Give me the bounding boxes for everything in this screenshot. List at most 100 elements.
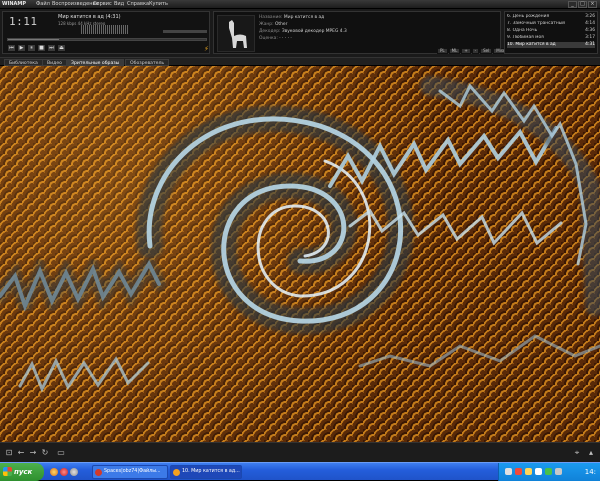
browser-quicklaunch-icon[interactable]	[50, 468, 58, 476]
maximize-icon[interactable]: □	[578, 1, 587, 8]
opera-quicklaunch-icon[interactable]	[60, 468, 68, 476]
song-title: Мир катится в ад (4:31)	[58, 14, 121, 20]
clock[interactable]: 14:	[585, 463, 596, 481]
title-bar: WINAMP Файл Воспроизведение Сервис Вид С…	[0, 0, 600, 9]
play-button[interactable]: ▶	[17, 44, 26, 52]
antivirus-icon[interactable]	[515, 468, 522, 475]
bottom-toolbar: ⊡ ← → ↻ ▭ ⌖ ▴	[0, 442, 600, 462]
add-button[interactable]: +	[461, 48, 471, 54]
menu-view[interactable]: Вид	[114, 0, 124, 9]
track-duration: 3:26	[585, 14, 595, 19]
playlist-toggle-button[interactable]: PL	[437, 48, 448, 54]
pause-button[interactable]: ⏸	[27, 44, 36, 52]
library-toggle-button[interactable]: ML	[448, 48, 461, 54]
random-preset-icon[interactable]: ↻	[40, 448, 50, 458]
app-quicklaunch-icon[interactable]	[70, 468, 78, 476]
eject-button[interactable]: ⏏	[57, 44, 66, 52]
track-name: 7. Замочный трансатный	[507, 21, 566, 26]
playlist-item[interactable]: 7. Замочный трансатный 4:14	[507, 21, 595, 27]
expand-icon[interactable]: ▴	[586, 448, 596, 458]
task-winamp[interactable]: 10. Мир катится в ад...	[170, 465, 242, 479]
transport-controls: ⏮ ▶ ⏸ ■ ⏭ ⏏	[7, 44, 66, 52]
info-value: Звуковой декодер MPEG 4.3	[281, 29, 347, 34]
album-art	[217, 15, 255, 52]
info-row-decoder: Декодер: Звуковой декодер MPEG 4.3	[259, 29, 347, 34]
info-value: Мир катится в ад	[283, 15, 325, 20]
task-label: Spaces|obz74|Файлы...	[104, 469, 161, 474]
tab-bar: Библиотека Видео Зрительные образы Обозр…	[0, 57, 600, 66]
seek-bar[interactable]	[7, 38, 207, 41]
taskbar: пуск Spaces|obz74|Файлы... 10. Мир катит…	[0, 462, 600, 481]
track-duration: 4:14	[585, 21, 595, 26]
status-icon[interactable]	[545, 468, 552, 475]
task-label: 10. Мир катится в ад...	[182, 469, 240, 474]
track-name: 10. Мир катится в ад	[507, 42, 556, 47]
playlist-item[interactable]: 8. Одна Ночь 4:36	[507, 28, 595, 34]
track-duration: 4:36	[585, 28, 595, 33]
next-preset-icon[interactable]: →	[28, 448, 38, 458]
llama-icon	[229, 20, 247, 48]
menu-file[interactable]: Файл	[36, 0, 50, 9]
winamp-icon	[173, 469, 180, 476]
elapsed-time[interactable]: 1:11	[9, 15, 38, 28]
volume-slider[interactable]	[163, 30, 207, 33]
pin-icon[interactable]: ⌖	[572, 448, 582, 458]
fullscreen-icon[interactable]: ▭	[56, 448, 66, 458]
info-row-title: Название: Мир катится в ад	[259, 15, 324, 20]
volume-icon[interactable]	[535, 468, 542, 475]
tab-library[interactable]: Библиотека	[4, 59, 43, 66]
tab-visualization[interactable]: Зрительные образы	[66, 59, 125, 66]
visualization-canvas[interactable]	[0, 66, 600, 442]
track-duration: 4:31	[585, 42, 595, 47]
menu-help[interactable]: Справка	[127, 0, 149, 9]
playlist-item[interactable]: 9. Любимая моя 3:17	[507, 35, 595, 41]
menu-buy[interactable]: Купить	[149, 0, 168, 9]
song-info-panel: Название: Мир катится в ад Жанр: Other Д…	[213, 11, 509, 54]
playlist-panel: 6. День рождения 3:26 7. Замочный трансат…	[504, 11, 598, 54]
info-key: Оценка:	[259, 36, 278, 41]
previous-button[interactable]: ⏮	[7, 44, 16, 52]
windows-flag-icon	[3, 467, 12, 476]
track-name: 6. День рождения	[507, 14, 550, 19]
info-row-rating: Оценка: · · · · ·	[259, 36, 292, 41]
close-icon[interactable]: ×	[588, 1, 597, 8]
lightning-icon[interactable]: ⚡	[204, 45, 209, 53]
close-vis-icon[interactable]: ⊡	[4, 448, 14, 458]
tab-browser[interactable]: Обозреватель	[125, 59, 170, 66]
info-row-genre: Жанр: Other	[259, 22, 287, 27]
network-icon[interactable]	[505, 468, 512, 475]
app-logo: WINAMP	[2, 1, 27, 7]
spectrum-analyzer[interactable]	[81, 25, 129, 34]
system-tray: 14:	[498, 463, 600, 481]
main-display: 1:11 Мир катится в ад (4:31) 128 kbps 44…	[2, 11, 210, 54]
previous-preset-icon[interactable]: ←	[16, 448, 26, 458]
info-key: Декодер:	[259, 29, 281, 34]
player-panel: 1:11 Мир катится в ад (4:31) 128 kbps 44…	[0, 9, 600, 57]
info-key: Название:	[259, 15, 283, 20]
rating-stars[interactable]: · · · · ·	[279, 36, 292, 41]
messenger-icon[interactable]	[525, 468, 532, 475]
language-icon[interactable]	[555, 468, 562, 475]
next-button[interactable]: ⏭	[47, 44, 56, 52]
start-button[interactable]: пуск	[0, 463, 44, 481]
playlist-item-selected[interactable]: 10. Мир катится в ад 4:31	[507, 42, 595, 48]
menu-tools[interactable]: Сервис	[93, 0, 112, 9]
task-opera[interactable]: Spaces|obz74|Файлы...	[92, 465, 168, 479]
menu-playback[interactable]: Воспроизведение	[52, 0, 99, 9]
select-button[interactable]: Sel	[480, 48, 493, 54]
stop-button[interactable]: ■	[37, 44, 46, 52]
panel-buttons: PL ML + - Sel Misc	[437, 48, 509, 54]
track-name: 8. Одна Ночь	[507, 28, 538, 33]
swirl-visual	[0, 76, 600, 393]
minimize-icon[interactable]: _	[568, 1, 577, 8]
remove-button[interactable]: -	[471, 48, 480, 54]
info-key: Жанр:	[259, 22, 274, 27]
start-label: пуск	[14, 468, 33, 476]
track-name: 9. Любимая моя	[507, 35, 544, 40]
seek-fill	[8, 39, 60, 40]
tab-video[interactable]: Видео	[42, 59, 67, 66]
info-value: Other	[274, 22, 288, 27]
playlist-item[interactable]: 6. День рождения 3:26	[507, 14, 595, 20]
opera-icon	[95, 469, 102, 476]
track-duration: 3:17	[585, 35, 595, 40]
